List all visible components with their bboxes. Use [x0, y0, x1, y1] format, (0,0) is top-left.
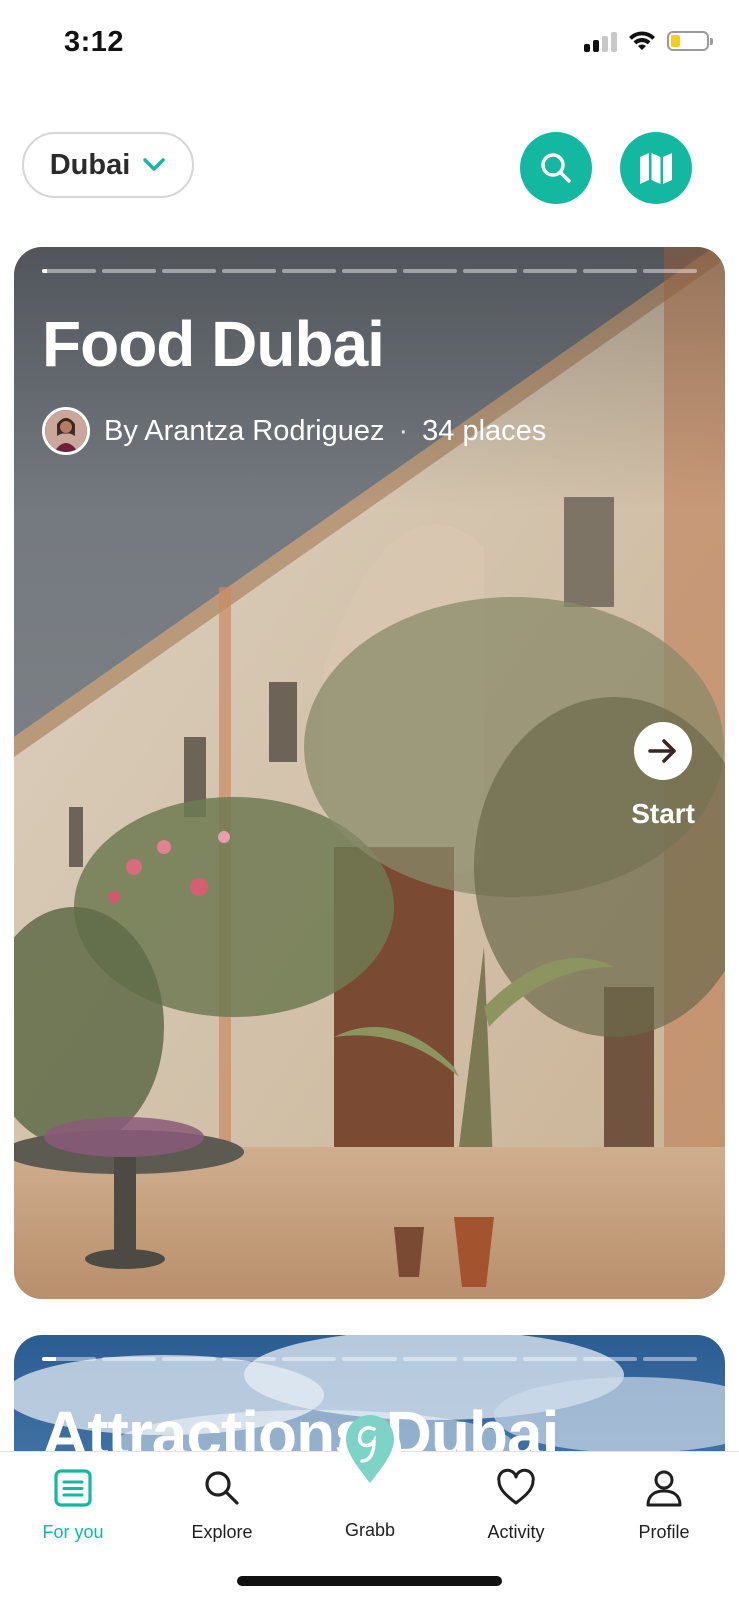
grabb-logo-icon	[346, 1415, 394, 1483]
progress-segment	[402, 1357, 457, 1361]
nav-item-activity[interactable]: Activity	[451, 1466, 581, 1543]
nav-label: Activity	[487, 1522, 545, 1542]
status-time: 3:12	[64, 26, 125, 58]
places-count: 34 places	[422, 414, 547, 447]
collection-card[interactable]: Food Dubai By Arantza Rodriguez · 34 pla…	[14, 247, 725, 1299]
progress-segment	[162, 1357, 217, 1361]
start-button[interactable]: Start	[631, 722, 695, 830]
progress-segment	[42, 269, 97, 273]
city-label: Dubai	[49, 148, 131, 181]
progress-segment	[282, 269, 337, 273]
progress-segment	[582, 1357, 637, 1361]
start-arrow-circle	[634, 722, 693, 780]
progress-segment	[582, 269, 637, 273]
city-selector[interactable]: Dubai	[22, 132, 194, 198]
progress-segment	[102, 1357, 157, 1361]
nav-item-explore[interactable]: Explore	[157, 1466, 287, 1543]
nav-item-for-you[interactable]: For you	[8, 1466, 138, 1543]
map-icon	[640, 153, 672, 184]
status-bar: 3:12	[0, 0, 739, 90]
progress-segment	[222, 1357, 277, 1361]
bottom-navigation: For you Explore Grabb Activity Profile	[0, 1415, 739, 1600]
collection-meta: By Arantza Rodriguez · 34 places	[42, 407, 546, 455]
progress-segment	[522, 269, 577, 273]
progress-segment	[42, 1357, 97, 1361]
arrow-right-icon	[648, 739, 676, 763]
card-cover-image	[14, 247, 725, 1299]
progress-segment	[462, 269, 517, 273]
app-screen: 3:12 Dubai Food Dubai By Arantza Rodrigu…	[0, 0, 739, 1600]
status-icons	[584, 30, 713, 52]
nav-label: Profile	[638, 1522, 690, 1542]
progress-segment	[222, 269, 277, 273]
progress-segment	[162, 269, 217, 273]
author-avatar[interactable]	[42, 407, 90, 455]
list-icon	[54, 1469, 92, 1507]
wifi-icon	[629, 31, 655, 50]
nav-label: For you	[42, 1522, 104, 1542]
meta-separator: ·	[398, 414, 409, 447]
nav-item-profile[interactable]: Profile	[599, 1466, 729, 1543]
battery-level	[671, 35, 680, 47]
progress-segment	[462, 1357, 517, 1361]
search-icon	[205, 1471, 239, 1505]
battery-icon	[667, 31, 713, 51]
heart-icon	[497, 1468, 535, 1505]
nav-label: Explore	[191, 1522, 253, 1542]
progress-segment	[342, 269, 397, 273]
progress-segment	[522, 1357, 577, 1361]
home-indicator	[237, 1576, 502, 1586]
author-name[interactable]: By Arantza Rodriguez	[104, 415, 384, 448]
start-label: Start	[631, 798, 695, 829]
nav-item-grabb[interactable]: Grabb	[320, 1415, 420, 1541]
search-button[interactable]	[520, 132, 592, 204]
map-button[interactable]	[620, 132, 692, 204]
progress-segment	[282, 1357, 337, 1361]
grabb-button-circle	[339, 1415, 401, 1483]
search-icon	[541, 153, 571, 183]
progress-segment	[342, 1357, 397, 1361]
chevron-down-icon	[143, 158, 166, 171]
progress-segment	[102, 269, 157, 273]
nav-label: Grabb	[344, 1520, 396, 1540]
story-progress-bar	[42, 269, 698, 273]
story-progress-bar	[42, 1357, 698, 1361]
collection-title: Food Dubai	[42, 308, 385, 380]
cellular-signal-icon	[584, 30, 617, 52]
person-icon	[646, 1470, 682, 1507]
progress-segment	[402, 269, 457, 273]
progress-segment	[642, 269, 698, 273]
progress-segment	[642, 1357, 698, 1361]
